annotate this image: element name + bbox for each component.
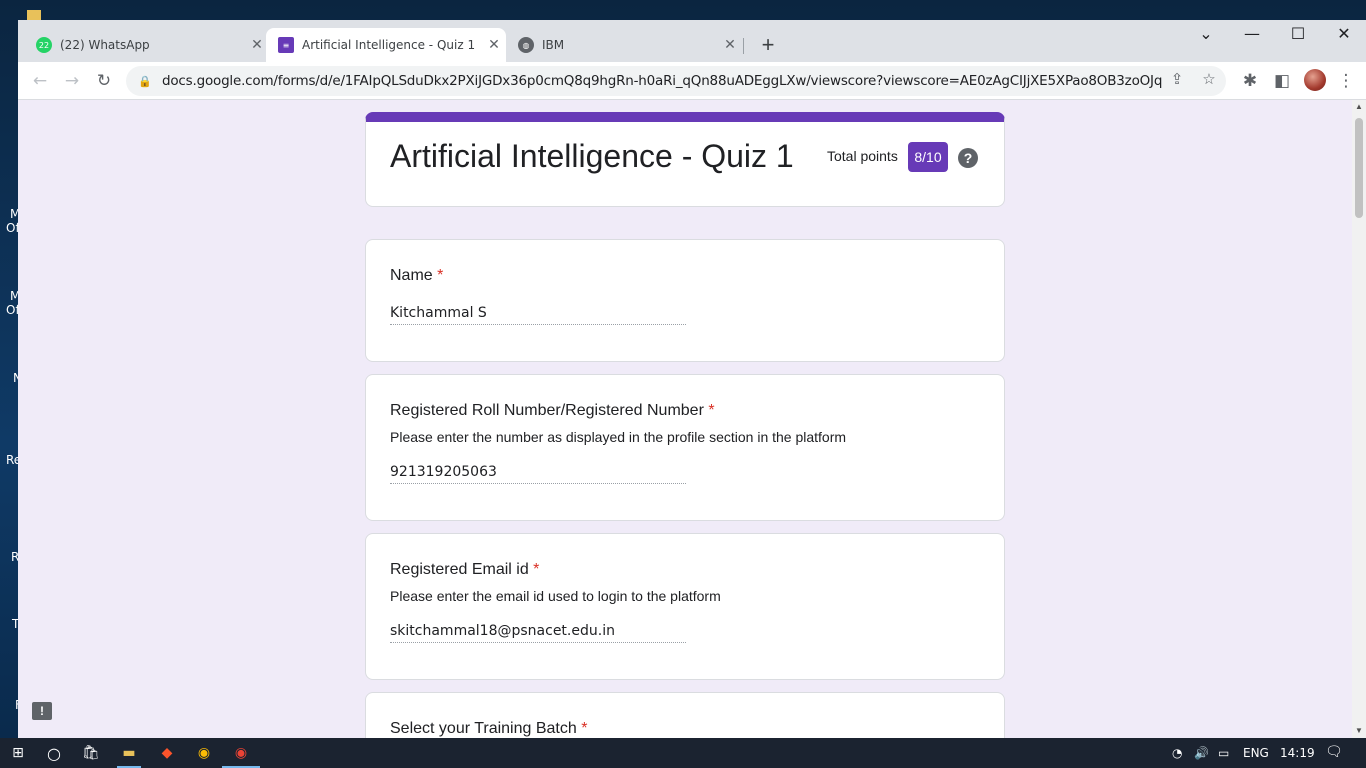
required-asterisk: * bbox=[581, 720, 588, 737]
question-description: Please enter the number as displayed in … bbox=[390, 429, 847, 445]
tab-search-icon[interactable]: ⌄ bbox=[1183, 24, 1229, 43]
lock-icon[interactable]: 🔒 bbox=[138, 75, 152, 88]
scroll-thumb[interactable] bbox=[1355, 118, 1363, 218]
tab-ibm[interactable]: ◍ IBM ✕ bbox=[508, 28, 738, 62]
tab-quiz[interactable]: ≡ Artificial Intelligence - Quiz 1 ✕ bbox=[266, 28, 506, 62]
windows-taskbar: ⊞ ○ 🛍 ▬ ◆ ◉ ◉ ◔ 🔊 ▭ ENG 14:19 🗨 bbox=[0, 738, 1366, 768]
tab-title: IBM bbox=[542, 38, 565, 52]
feedback-icon[interactable]: ! bbox=[32, 702, 52, 720]
required-asterisk: * bbox=[437, 267, 444, 284]
question-card-roll-number: Registered Roll Number/Registered Number… bbox=[365, 374, 1005, 521]
back-button[interactable]: ← bbox=[28, 69, 52, 93]
extensions-icon[interactable]: ✱ bbox=[1238, 69, 1262, 93]
cortana-icon[interactable]: ○ bbox=[44, 743, 64, 763]
browser-window: 22 (22) WhatsApp ✕ ≡ Artificial Intellig… bbox=[18, 20, 1366, 738]
forward-button[interactable]: → bbox=[60, 69, 84, 93]
side-panel-icon[interactable]: ◧ bbox=[1270, 69, 1294, 93]
chrome-profile-icon[interactable]: ◉ bbox=[231, 743, 251, 763]
score-badge: 8/10 bbox=[908, 142, 948, 172]
chrome-icon[interactable]: ◉ bbox=[194, 743, 214, 763]
file-explorer-icon[interactable]: ▬ bbox=[119, 743, 139, 763]
question-title: Registered Roll Number/Registered Number… bbox=[390, 402, 715, 419]
question-card-email: Registered Email id * Please enter the e… bbox=[365, 533, 1005, 680]
wifi-icon[interactable]: ◔ bbox=[1172, 746, 1182, 760]
address-bar[interactable]: 🔒 docs.google.com/forms/d/e/1FAIpQLSduDk… bbox=[126, 66, 1226, 96]
brave-browser-icon[interactable]: ◆ bbox=[157, 743, 177, 763]
bookmark-star-icon[interactable]: ☆ bbox=[1198, 70, 1220, 88]
required-asterisk: * bbox=[708, 402, 715, 419]
close-tab-icon[interactable]: ✕ bbox=[486, 37, 502, 53]
volume-icon[interactable]: 🔊 bbox=[1194, 746, 1209, 760]
minimize-button[interactable]: — bbox=[1229, 24, 1275, 43]
tab-separator bbox=[743, 38, 744, 54]
close-window-button[interactable]: ✕ bbox=[1321, 24, 1366, 43]
battery-icon[interactable]: ▭ bbox=[1218, 746, 1229, 760]
reload-button[interactable]: ↻ bbox=[92, 69, 116, 93]
whatsapp-icon: 22 bbox=[36, 37, 52, 53]
clock[interactable]: 14:19 bbox=[1280, 746, 1315, 760]
tab-title: Artificial Intelligence - Quiz 1 bbox=[302, 38, 476, 52]
help-icon[interactable]: ? bbox=[958, 148, 978, 168]
share-icon[interactable]: ⇪ bbox=[1166, 70, 1188, 88]
new-tab-button[interactable]: + bbox=[756, 32, 780, 58]
question-title: Select your Training Batch * bbox=[390, 720, 588, 737]
scroll-down-arrow[interactable]: ▼ bbox=[1352, 726, 1366, 735]
close-tab-icon[interactable]: ✕ bbox=[722, 37, 738, 53]
scroll-up-arrow[interactable]: ▲ bbox=[1352, 102, 1366, 111]
browser-toolbar: ← → ↻ 🔒 docs.google.com/forms/d/e/1FAIpQ… bbox=[18, 62, 1366, 100]
question-title: Name * bbox=[390, 267, 444, 284]
question-card-name: Name * Kitchammal S bbox=[365, 239, 1005, 362]
question-title: Registered Email id * bbox=[390, 561, 540, 578]
url-text[interactable]: docs.google.com/forms/d/e/1FAIpQLSduDkx2… bbox=[162, 73, 1162, 89]
close-tab-icon[interactable]: ✕ bbox=[249, 37, 265, 53]
tab-whatsapp[interactable]: 22 (22) WhatsApp ✕ bbox=[18, 28, 265, 62]
folder-icon[interactable] bbox=[27, 10, 41, 20]
required-asterisk: * bbox=[533, 561, 540, 578]
tab-strip: 22 (22) WhatsApp ✕ ≡ Artificial Intellig… bbox=[18, 20, 1366, 62]
notifications-icon[interactable]: 🗨 bbox=[1325, 744, 1343, 760]
profile-avatar[interactable] bbox=[1304, 69, 1326, 91]
form-title: Artificial Intelligence - Quiz 1 bbox=[390, 138, 794, 174]
globe-icon: ◍ bbox=[518, 37, 534, 53]
menu-icon[interactable]: ⋮ bbox=[1334, 69, 1358, 93]
forms-icon: ≡ bbox=[278, 37, 294, 53]
page-scrollbar[interactable]: ▲ ▼ bbox=[1352, 100, 1366, 738]
form-page: Artificial Intelligence - Quiz 1 Total p… bbox=[18, 100, 1352, 738]
answer-text: skitchammal18@psnacet.edu.in bbox=[390, 623, 686, 643]
windows-start-icon[interactable]: ⊞ bbox=[8, 743, 28, 763]
question-description: Please enter the email id used to login … bbox=[390, 588, 721, 604]
maximize-button[interactable]: ☐ bbox=[1275, 24, 1321, 43]
question-card-training-batch: Select your Training Batch * bbox=[365, 692, 1005, 738]
store-icon[interactable]: 🛍 bbox=[81, 743, 101, 763]
form-header-card: Artificial Intelligence - Quiz 1 Total p… bbox=[365, 112, 1005, 207]
answer-text: 921319205063 bbox=[390, 464, 686, 484]
total-points-label: Total points bbox=[827, 148, 898, 164]
tab-title: (22) WhatsApp bbox=[60, 38, 150, 52]
language-indicator[interactable]: ENG bbox=[1243, 746, 1269, 760]
answer-text: Kitchammal S bbox=[390, 305, 686, 325]
